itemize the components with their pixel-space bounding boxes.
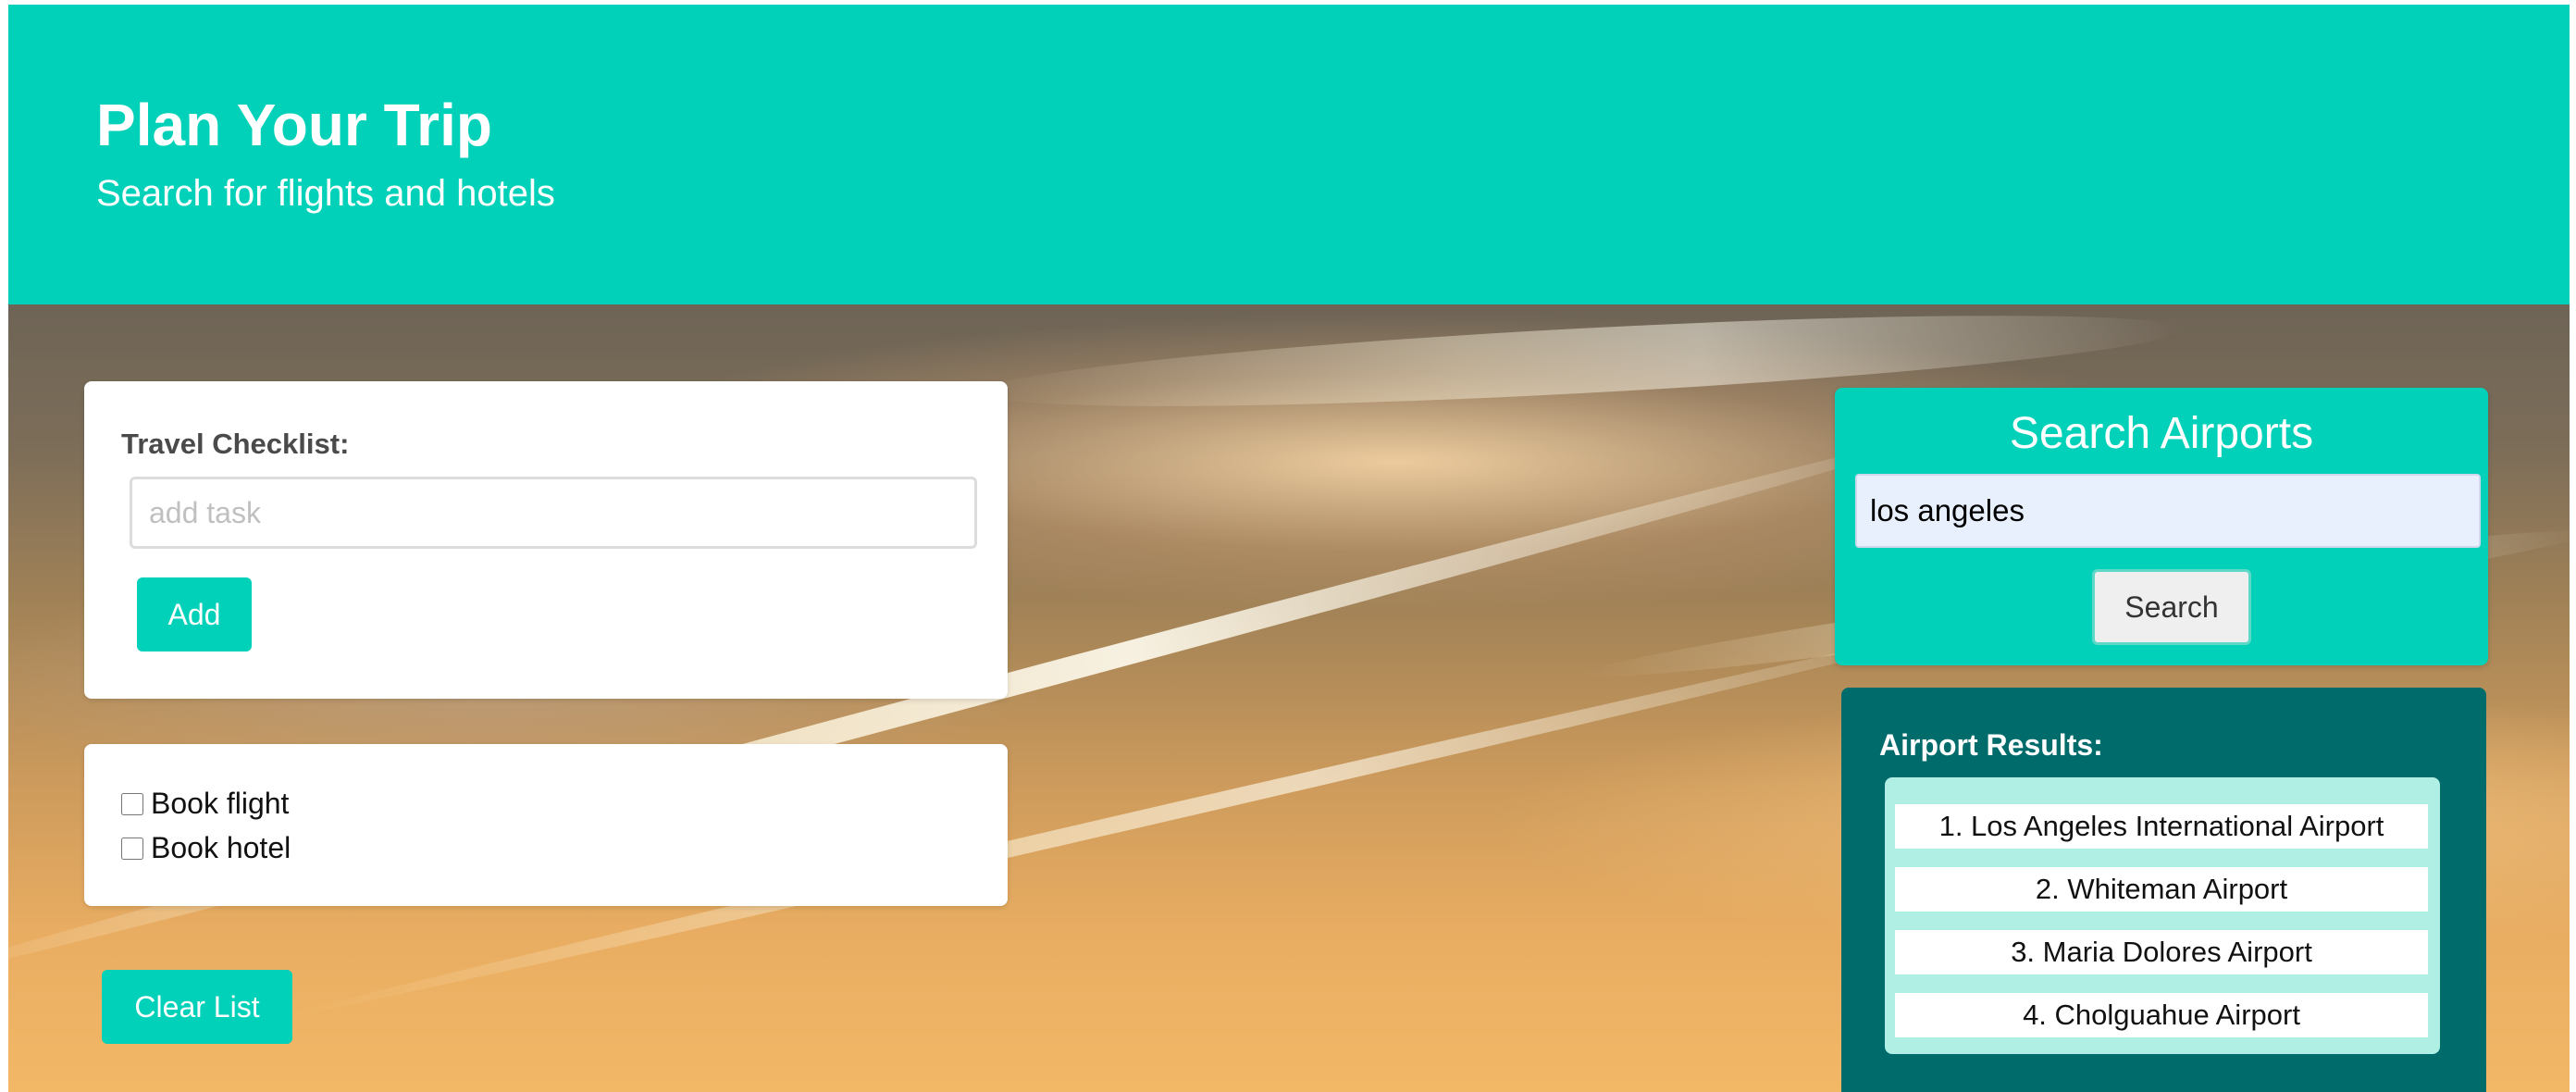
page-subtitle: Search for flights and hotels xyxy=(96,173,555,214)
page: Plan Your Trip Search for flights and ho… xyxy=(8,5,2570,1092)
airport-result-item[interactable]: 4. Cholguahue Airport xyxy=(1895,993,2428,1037)
airport-results-label: Airport Results: xyxy=(1879,728,2103,762)
hero-header: Plan Your Trip Search for flights and ho… xyxy=(8,5,2570,304)
add-task-input[interactable] xyxy=(130,477,977,549)
task-label: Book hotel xyxy=(151,831,291,864)
task-item[interactable]: Book hotel xyxy=(121,831,291,865)
airport-search-input[interactable] xyxy=(1855,474,2481,548)
task-label: Book flight xyxy=(151,787,290,820)
search-airports-title: Search Airports xyxy=(2009,409,2314,458)
search-airports-panel: Search Airports Search xyxy=(1835,388,2488,665)
page-title: Plan Your Trip xyxy=(96,92,492,158)
task-checkbox[interactable] xyxy=(121,837,143,860)
airport-result-item[interactable]: 3. Maria Dolores Airport xyxy=(1895,930,2428,974)
clear-list-button[interactable]: Clear List xyxy=(102,970,292,1044)
airport-results-list: 1. Los Angeles International Airport 2. … xyxy=(1885,777,2440,1054)
task-item[interactable]: Book flight xyxy=(121,787,289,821)
search-button[interactable]: Search xyxy=(2092,569,2251,645)
airport-results-panel: Airport Results: 1. Los Angeles Internat… xyxy=(1841,688,2486,1092)
airport-result-item[interactable]: 2. Whiteman Airport xyxy=(1895,867,2428,912)
travel-checklist-card: Travel Checklist: Add xyxy=(84,381,1008,699)
task-checkbox[interactable] xyxy=(121,792,143,815)
airport-result-item[interactable]: 1. Los Angeles International Airport xyxy=(1895,804,2428,849)
task-list-card: Book flight Book hotel xyxy=(84,744,1008,906)
travel-checklist-label: Travel Checklist: xyxy=(121,428,350,460)
add-task-button[interactable]: Add xyxy=(137,577,252,651)
